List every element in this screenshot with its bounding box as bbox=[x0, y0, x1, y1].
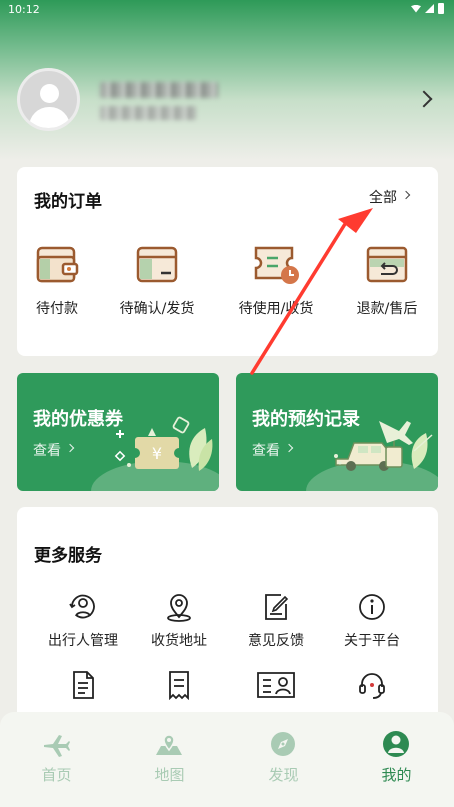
orders-title: 我的订单 bbox=[34, 192, 102, 212]
document-icon bbox=[73, 671, 94, 699]
service-shipping-address[interactable]: 收货地址 bbox=[124, 592, 234, 652]
promo-title: 我的预约记录 bbox=[252, 409, 360, 430]
order-label: 待付款 bbox=[36, 301, 78, 317]
orders-card: 我的订单 全部 待付款 待确认/发货 待使用/收货 退款/售后 bbox=[17, 167, 438, 356]
map-icon bbox=[156, 734, 182, 755]
box-icon bbox=[136, 246, 178, 283]
tab-map[interactable]: 地图 bbox=[113, 712, 226, 807]
service-label: 关于平台 bbox=[344, 633, 400, 649]
service-traveler-management[interactable]: 出行人管理 bbox=[28, 592, 138, 652]
compass-icon bbox=[271, 732, 295, 756]
info-icon bbox=[359, 594, 385, 620]
status-bar: 10:12 bbox=[0, 0, 454, 20]
travel-car-icon bbox=[334, 421, 433, 471]
coupon-card[interactable]: ¥ 我的优惠券 查看 bbox=[17, 373, 219, 491]
tab-discover[interactable]: 发现 bbox=[227, 712, 340, 807]
svg-text:¥: ¥ bbox=[152, 444, 162, 463]
ticket-clock-icon bbox=[254, 246, 299, 284]
reservation-card[interactable]: 我的预约记录 查看 bbox=[236, 373, 438, 491]
chevron-right-icon[interactable] bbox=[401, 190, 411, 200]
promo-view-link[interactable]: 查看 bbox=[252, 440, 280, 460]
edit-note-icon bbox=[265, 594, 289, 620]
person-refresh-icon bbox=[69, 594, 95, 619]
avatar[interactable] bbox=[17, 68, 80, 131]
order-pending-payment[interactable]: 待付款 bbox=[7, 242, 107, 332]
battery-icon bbox=[438, 3, 444, 14]
avatar-body bbox=[29, 107, 70, 128]
tab-home[interactable]: 首页 bbox=[0, 712, 113, 807]
service-feedback[interactable]: 意见反馈 bbox=[221, 592, 331, 652]
service-label: 出行人管理 bbox=[48, 633, 118, 649]
order-pending-use[interactable]: 待使用/收货 bbox=[226, 242, 326, 332]
bottom-tab-bar: 首页 地图 发现 我的 bbox=[0, 712, 454, 807]
order-refund[interactable]: 退款/售后 bbox=[337, 242, 437, 332]
receipt-icon bbox=[169, 671, 189, 700]
orders-all-link[interactable]: 全部 bbox=[369, 187, 397, 207]
chevron-right-icon[interactable] bbox=[415, 90, 433, 108]
tab-label: 发现 bbox=[268, 766, 299, 784]
wifi-icon bbox=[411, 4, 421, 13]
status-icons bbox=[411, 3, 444, 14]
profile-phone-redacted bbox=[100, 106, 196, 120]
id-card-icon bbox=[257, 672, 295, 698]
promo-title: 我的优惠券 bbox=[33, 409, 123, 430]
service-label: 收货地址 bbox=[151, 633, 207, 649]
user-icon bbox=[383, 731, 409, 757]
order-label: 待确认/发货 bbox=[119, 301, 195, 317]
location-pin-icon bbox=[167, 594, 191, 622]
service-label: 意见反馈 bbox=[248, 633, 304, 649]
services-title: 更多服务 bbox=[34, 546, 102, 566]
tab-label: 地图 bbox=[154, 766, 185, 784]
service-about-platform[interactable]: 关于平台 bbox=[317, 592, 427, 652]
order-label: 待使用/收货 bbox=[238, 301, 314, 317]
return-box-icon bbox=[366, 246, 408, 283]
profile-header[interactable] bbox=[0, 60, 454, 140]
status-time: 10:12 bbox=[8, 3, 40, 16]
wallet-icon bbox=[36, 246, 79, 283]
promo-view-link[interactable]: 查看 bbox=[33, 440, 61, 460]
signal-icon bbox=[425, 4, 434, 13]
services-card: 更多服务 出行人管理 收货地址 意见反馈 关于平台 bbox=[17, 507, 438, 737]
tab-label: 首页 bbox=[41, 766, 72, 784]
tab-profile[interactable]: 我的 bbox=[340, 712, 453, 807]
headset-icon bbox=[359, 673, 385, 699]
coupon-icon: ¥ bbox=[114, 416, 213, 471]
order-pending-shipment[interactable]: 待确认/发货 bbox=[107, 242, 207, 332]
avatar-head bbox=[40, 84, 59, 103]
order-label: 退款/售后 bbox=[356, 301, 418, 317]
profile-name-redacted bbox=[100, 82, 218, 98]
plane-icon bbox=[44, 735, 70, 757]
tab-label: 我的 bbox=[381, 766, 412, 784]
